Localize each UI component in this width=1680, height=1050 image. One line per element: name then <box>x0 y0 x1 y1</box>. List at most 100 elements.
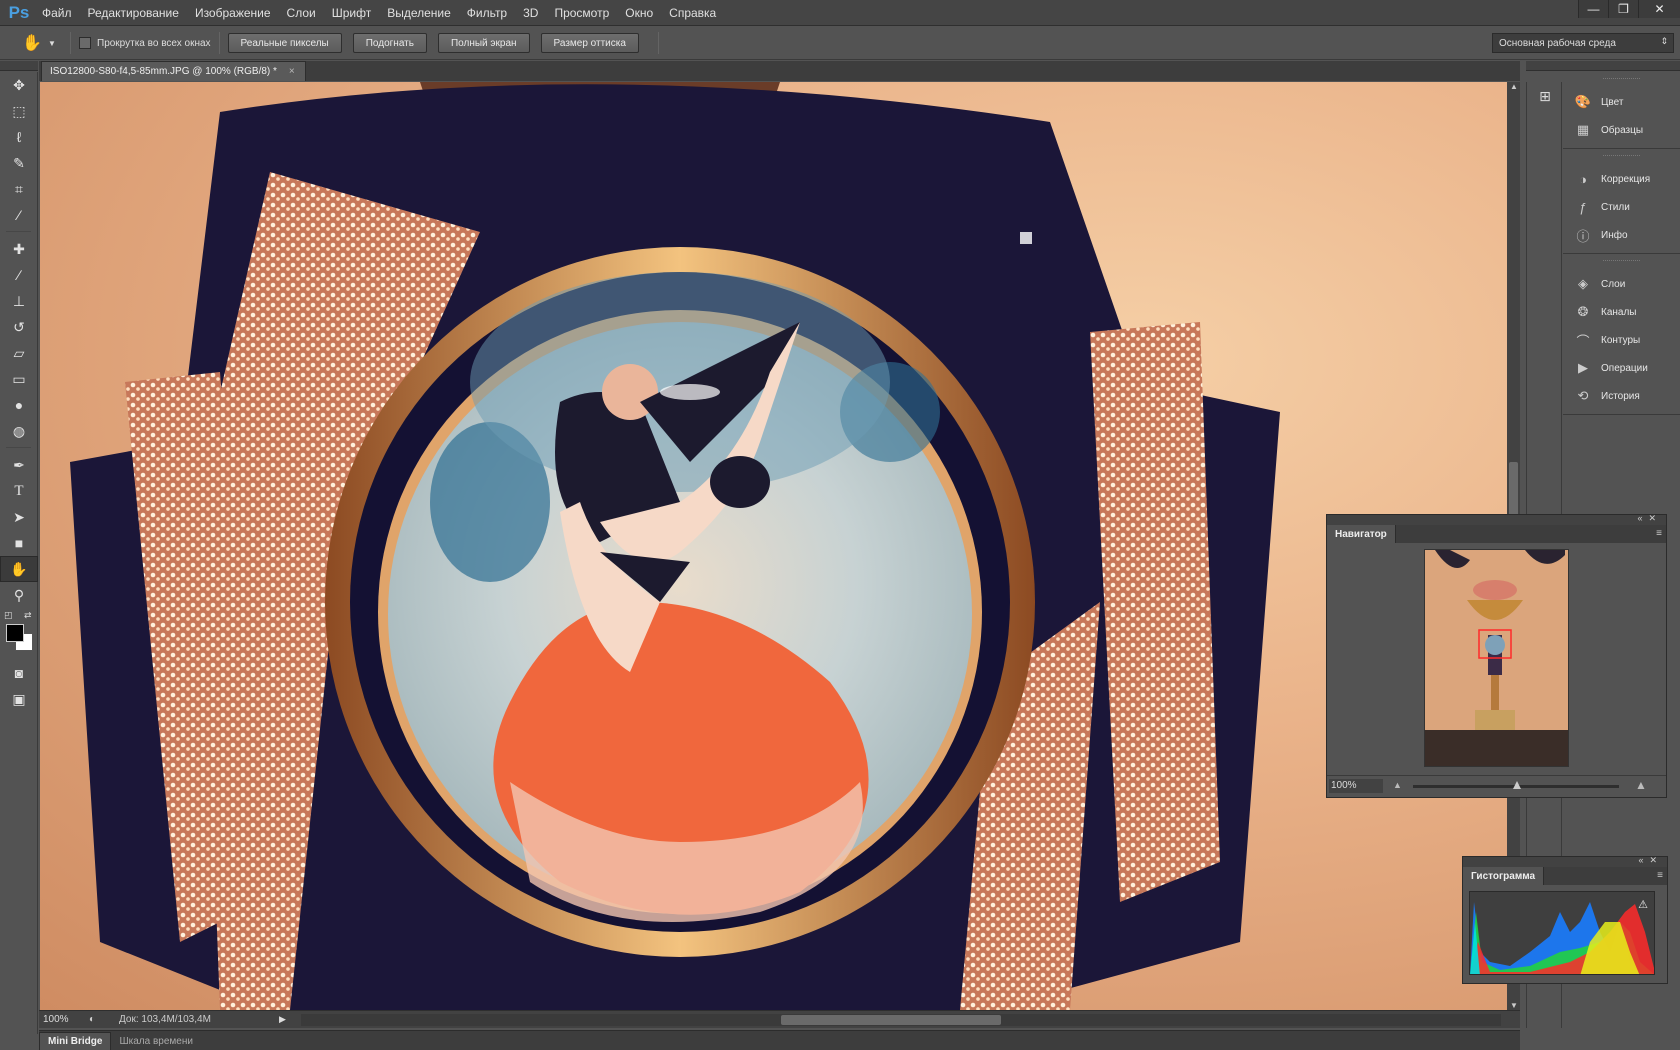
close-icon[interactable]: × <box>289 66 295 77</box>
vertical-scroll-thumb[interactable] <box>1509 462 1518 522</box>
panel-paths[interactable]: ⌒ Контуры <box>1563 326 1680 354</box>
gradient-tool-icon[interactable]: ▭ <box>0 366 38 392</box>
adjustments-icon: ◑ <box>1579 171 1587 187</box>
menu-image[interactable]: Изображение <box>187 0 279 26</box>
panel-menu-icon[interactable]: ≡ <box>1657 870 1663 881</box>
history-brush-tool-icon[interactable]: ↺ <box>0 314 38 340</box>
tab-navigator[interactable]: Навигатор <box>1327 525 1396 543</box>
eyedropper-tool-icon[interactable]: ⁄ <box>0 202 38 228</box>
blur-tool-icon[interactable]: ● <box>0 392 38 418</box>
panel-styles[interactable]: ƒ Стили <box>1563 193 1680 221</box>
restore-button[interactable]: ❐ <box>1608 0 1638 18</box>
panel-info[interactable]: ⓘ Инфо <box>1563 221 1680 249</box>
close-window-button[interactable]: ✕ <box>1638 0 1680 18</box>
navigator-zoom-field[interactable]: 100% <box>1329 779 1383 793</box>
path-selection-tool-icon[interactable]: ➤ <box>0 504 38 530</box>
status-info-icon[interactable]: ◐ <box>89 1014 95 1025</box>
zoom-field[interactable]: 100% <box>39 1012 83 1028</box>
navigator-thumbnail[interactable] <box>1424 549 1569 767</box>
menu-select[interactable]: Выделение <box>379 0 459 26</box>
eraser-tool-icon[interactable]: ▱ <box>0 340 38 366</box>
panel-grip[interactable] <box>1603 78 1640 86</box>
move-tool-icon[interactable]: ✥ <box>0 72 38 98</box>
shape-tool-icon[interactable]: ■ <box>0 530 38 556</box>
menu-edit[interactable]: Редактирование <box>80 0 187 26</box>
horizontal-scrollbar[interactable] <box>301 1014 1501 1026</box>
options-bar: ✋ ▼ Прокрутка во всех окнах Реальные пик… <box>0 27 1680 60</box>
panel-channels[interactable]: ❂ Каналы <box>1563 298 1680 326</box>
panel-color[interactable]: 🎨 Цвет <box>1563 88 1680 116</box>
panel-adjustments[interactable]: ◑ Коррекция <box>1563 165 1680 193</box>
horizontal-scroll-thumb[interactable] <box>781 1015 1001 1025</box>
foreground-color[interactable] <box>6 624 24 642</box>
scroll-down-icon[interactable]: ▼ <box>1510 1001 1518 1010</box>
menu-filter[interactable]: Фильтр <box>459 0 515 26</box>
scroll-all-windows-checkbox[interactable] <box>79 37 91 49</box>
crop-tool-icon[interactable]: ⌗ <box>0 176 38 202</box>
panel-label: Образцы <box>1601 124 1644 136</box>
panel-header-bar[interactable]: «✕ <box>1463 855 1667 867</box>
hand-icon: ✋ <box>22 35 42 52</box>
toolbox: ✥ ⬚ ℓ ✎ ⌗ ⁄ ✚ ∕ ⊥ ↺ ▱ ▭ ● ◍ ✒ T ➤ ■ ✋ ⚲ … <box>0 72 38 1034</box>
document-tabs: ISO12800-S80-f4,5-85mm.JPG @ 100% (RGB/8… <box>39 61 1520 81</box>
toolbox-collapse-strip[interactable] <box>0 61 38 71</box>
zoom-in-icon[interactable]: ▲ <box>1635 778 1647 792</box>
dock-collapse-strip[interactable] <box>1526 61 1680 71</box>
zoom-tool-icon[interactable]: ⚲ <box>0 582 38 608</box>
panel-grip[interactable] <box>1603 155 1640 163</box>
dodge-tool-icon[interactable]: ◍ <box>0 418 38 444</box>
panel-header-bar[interactable]: «✕ <box>1327 513 1666 525</box>
collapse-close-icons[interactable]: «✕ <box>1637 513 1662 524</box>
tab-timeline[interactable]: Шкала времени <box>111 1032 200 1050</box>
tab-mini-bridge[interactable]: Mini Bridge <box>39 1032 112 1050</box>
panel-grip[interactable] <box>1603 260 1640 268</box>
histogram-graph: ⚠ <box>1469 891 1655 975</box>
healing-brush-tool-icon[interactable]: ✚ <box>0 236 38 262</box>
workspace-select[interactable]: Основная рабочая среда ⇕ <box>1492 33 1674 53</box>
navigator-zoom-slider[interactable] <box>1413 781 1619 789</box>
hand-tool-icon[interactable]: ✋ <box>0 556 38 582</box>
quick-mask-icon[interactable]: ◙ <box>0 660 38 686</box>
zoom-out-icon[interactable]: ▲ <box>1393 780 1402 790</box>
slider-knob[interactable] <box>1513 781 1521 789</box>
tool-preset-picker[interactable]: ✋ ▼ <box>16 30 62 56</box>
document-tab[interactable]: ISO12800-S80-f4,5-85mm.JPG @ 100% (RGB/8… <box>41 61 306 81</box>
panel-menu-icon[interactable]: ≡ <box>1656 528 1662 539</box>
scroll-up-icon[interactable]: ▲ <box>1510 82 1518 91</box>
menu-3d[interactable]: 3D <box>515 0 546 26</box>
panel-group-color: 🎨 Цвет ▦ Образцы <box>1563 72 1680 149</box>
clone-stamp-tool-icon[interactable]: ⊥ <box>0 288 38 314</box>
panel-swatches[interactable]: ▦ Образцы <box>1563 116 1680 144</box>
screen-mode-icon[interactable]: ▣ <box>0 686 38 712</box>
lasso-tool-icon[interactable]: ℓ <box>0 124 38 150</box>
pen-tool-icon[interactable]: ✒ <box>0 452 38 478</box>
fit-screen-button[interactable]: Подогнать <box>352 33 427 53</box>
panel-label: Стили <box>1601 201 1630 213</box>
menu-window[interactable]: Окно <box>617 0 661 26</box>
panel-history[interactable]: ⟲ История <box>1563 382 1680 410</box>
warning-icon[interactable]: ⚠ <box>1638 898 1648 911</box>
tab-histogram[interactable]: Гистограмма <box>1463 867 1545 885</box>
menu-type[interactable]: Шрифт <box>324 0 379 26</box>
panel-layers[interactable]: ◈ Слои <box>1563 270 1680 298</box>
panel-actions[interactable]: ▶ Операции <box>1563 354 1680 382</box>
fill-screen-button[interactable]: Полный экран <box>437 33 530 53</box>
actual-pixels-button[interactable]: Реальные пикселы <box>227 33 342 53</box>
chevron-down-icon: ▼ <box>48 38 56 48</box>
menu-layer[interactable]: Слои <box>279 0 324 26</box>
status-menu-icon[interactable]: ▶ <box>279 1014 286 1025</box>
default-colors-icon[interactable]: ◰ <box>4 610 13 621</box>
marquee-tool-icon[interactable]: ⬚ <box>0 98 38 124</box>
quick-select-tool-icon[interactable]: ✎ <box>0 150 38 176</box>
brush-tool-icon[interactable]: ∕ <box>0 262 38 288</box>
type-tool-icon[interactable]: T <box>0 478 38 504</box>
document-canvas[interactable] <box>40 82 1507 1010</box>
tool-presets-icon[interactable]: ⊞ <box>1535 88 1555 108</box>
collapse-close-icons[interactable]: «✕ <box>1638 855 1663 866</box>
minimize-button[interactable]: — <box>1578 0 1608 18</box>
menu-file[interactable]: Файл <box>34 0 80 26</box>
print-size-button[interactable]: Размер оттиска <box>540 33 639 53</box>
menu-view[interactable]: Просмотр <box>546 0 617 26</box>
menu-help[interactable]: Справка <box>661 0 724 26</box>
swap-colors-icon[interactable]: ⇄ <box>24 610 32 621</box>
